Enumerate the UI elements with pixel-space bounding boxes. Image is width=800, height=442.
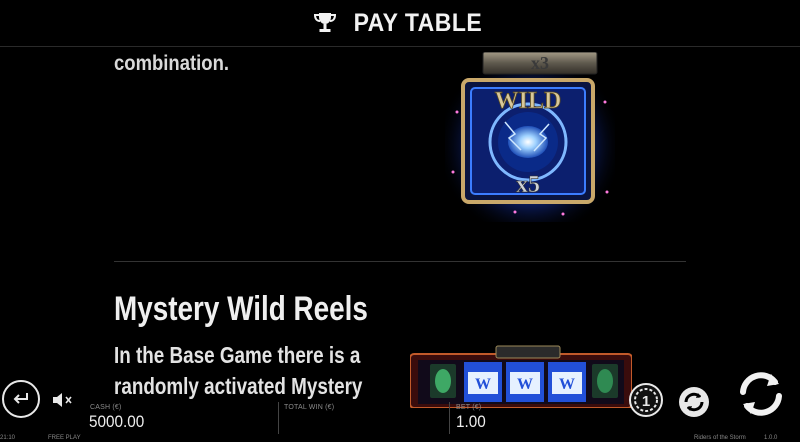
svg-text:W: W bbox=[559, 376, 575, 393]
autoplay-button[interactable] bbox=[676, 384, 712, 420]
mystery-wild-reels-image: W W W bbox=[410, 345, 632, 408]
section-line: randomly activated Mystery bbox=[114, 373, 363, 399]
cash-value: 5000.00 bbox=[89, 412, 145, 431]
page-title: PAY TABLE bbox=[353, 8, 483, 37]
wild-top-multiplier: x3 bbox=[531, 53, 549, 73]
svg-text:W: W bbox=[517, 376, 533, 393]
trophy-icon bbox=[314, 13, 337, 32]
meter-divider bbox=[449, 402, 450, 434]
back-button[interactable] bbox=[2, 380, 40, 418]
header-bar: PAY TABLE bbox=[0, 0, 800, 47]
total-win-label: TOTAL WIN (€) bbox=[284, 404, 335, 411]
spin-button[interactable] bbox=[735, 368, 787, 420]
section-divider bbox=[114, 261, 686, 262]
speaker-muted-icon[interactable] bbox=[50, 390, 74, 410]
bet-level-button[interactable]: 1 bbox=[628, 382, 664, 418]
bet-label: BET (€) bbox=[456, 404, 482, 411]
paytable-screen: PAY TABLE combination. x3 WILD x5 Myster… bbox=[0, 0, 800, 442]
wild-label: WILD bbox=[495, 88, 562, 114]
wild-bottom-multiplier: x5 bbox=[516, 172, 540, 198]
footer-time: 21:10 bbox=[0, 435, 16, 441]
footer-game-name: Riders of the Storm bbox=[694, 435, 746, 441]
section-body: In the Base Game there is a randomly act… bbox=[114, 340, 362, 402]
svg-text:1: 1 bbox=[642, 393, 650, 410]
bet-value: 1.00 bbox=[456, 412, 486, 431]
footer-mode: FREE PLAY bbox=[48, 435, 81, 441]
svg-text:W: W bbox=[475, 376, 491, 393]
footer-version: 1.0.0 bbox=[764, 435, 778, 441]
section-line: In the Base Game there is a bbox=[114, 342, 361, 368]
cash-label: CASH (€) bbox=[90, 404, 122, 411]
wild-symbol-image: x3 WILD x5 bbox=[445, 52, 615, 222]
paragraph-tail: combination. bbox=[114, 52, 229, 75]
section-title: Mystery Wild Reels bbox=[114, 290, 368, 328]
back-arrow-icon bbox=[13, 393, 28, 404]
meter-divider bbox=[278, 402, 279, 434]
